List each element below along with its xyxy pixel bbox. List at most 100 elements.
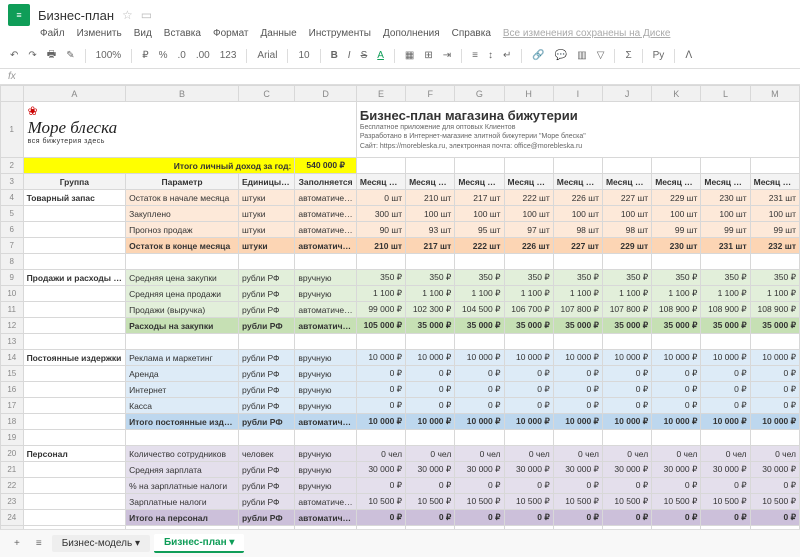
unit[interactable]: рубли РФ [238, 382, 294, 398]
param[interactable]: Средняя цена закупки [126, 270, 239, 286]
fill[interactable]: автоматически [295, 414, 357, 430]
value[interactable]: 30 000 ₽ [701, 462, 750, 478]
fill[interactable]: автоматически [295, 318, 357, 334]
param[interactable]: Прогноз продаж [126, 222, 239, 238]
row-header[interactable]: 17 [1, 398, 24, 414]
value[interactable]: 0 чел [504, 446, 553, 462]
value[interactable]: 0 ₽ [504, 366, 553, 382]
value[interactable]: 35 000 ₽ [504, 318, 553, 334]
unit[interactable]: рубли РФ [238, 414, 294, 430]
value[interactable]: 0 ₽ [455, 382, 504, 398]
text-color-icon[interactable]: A [375, 49, 386, 62]
value[interactable]: 350 ₽ [406, 270, 455, 286]
param[interactable]: Итого постоянные издержки [126, 414, 239, 430]
value[interactable]: 1 100 ₽ [455, 286, 504, 302]
row-header[interactable]: 14 [1, 350, 24, 366]
fill[interactable]: вручную [295, 366, 357, 382]
percent-icon[interactable]: % [157, 49, 170, 62]
value[interactable]: 0 шт [356, 190, 405, 206]
unit[interactable]: рубли РФ [238, 350, 294, 366]
cyrillic-icon[interactable]: Ру [651, 49, 667, 62]
menu-data[interactable]: Данные [261, 28, 297, 39]
plan-header[interactable]: Бизнес-план магазина бижутерии Бесплатно… [356, 102, 799, 158]
value[interactable]: 0 ₽ [553, 366, 602, 382]
value[interactable]: 93 шт [406, 222, 455, 238]
value[interactable]: 231 шт [701, 238, 750, 254]
value[interactable]: 0 ₽ [406, 382, 455, 398]
value[interactable]: 0 ₽ [504, 382, 553, 398]
value[interactable]: 300 шт [356, 206, 405, 222]
value[interactable]: 97 шт [504, 222, 553, 238]
all-sheets-icon[interactable]: ≡ [30, 536, 48, 551]
value[interactable]: 0 ₽ [750, 510, 799, 526]
value[interactable]: 229 шт [602, 238, 651, 254]
fill[interactable]: вручную [295, 478, 357, 494]
unit[interactable]: рубли РФ [238, 510, 294, 526]
value[interactable]: 0 ₽ [356, 478, 405, 494]
value[interactable]: 108 900 ₽ [652, 302, 701, 318]
value[interactable]: 10 000 ₽ [356, 350, 405, 366]
value[interactable]: 350 ₽ [750, 270, 799, 286]
unit[interactable]: штуки [238, 222, 294, 238]
row-header[interactable]: 16 [1, 382, 24, 398]
param[interactable]: Закуплено [126, 206, 239, 222]
param[interactable]: Остаток в начале месяца [126, 190, 239, 206]
value[interactable]: 10 500 ₽ [602, 494, 651, 510]
value[interactable]: 227 шт [602, 190, 651, 206]
menu-edit[interactable]: Изменить [77, 28, 122, 39]
value[interactable]: 222 шт [455, 238, 504, 254]
value[interactable]: 30 000 ₽ [504, 462, 553, 478]
param[interactable]: Остаток в конце месяца [126, 238, 239, 254]
value[interactable]: 100 шт [455, 206, 504, 222]
fill-color-icon[interactable]: ▦ [403, 49, 416, 62]
row-header[interactable]: 9 [1, 270, 24, 286]
row-header[interactable]: 18 [1, 414, 24, 430]
value[interactable]: 350 ₽ [504, 270, 553, 286]
col-month-4[interactable]: Месяц №4 [504, 174, 553, 190]
value[interactable]: 0 ₽ [455, 478, 504, 494]
bold-icon[interactable]: B [329, 49, 340, 62]
param[interactable]: Продажи (выручка) [126, 302, 239, 318]
value[interactable]: 0 ₽ [750, 382, 799, 398]
unit[interactable]: рубли РФ [238, 318, 294, 334]
paint-icon[interactable]: ✎ [64, 49, 76, 62]
value[interactable]: 0 чел [553, 446, 602, 462]
value[interactable]: 0 ₽ [701, 366, 750, 382]
value[interactable]: 10 500 ₽ [504, 494, 553, 510]
value[interactable]: 100 шт [652, 206, 701, 222]
value[interactable]: 35 000 ₽ [750, 318, 799, 334]
value[interactable]: 99 000 ₽ [356, 302, 405, 318]
value[interactable]: 0 ₽ [406, 478, 455, 494]
value[interactable]: 232 шт [750, 238, 799, 254]
value[interactable]: 350 ₽ [455, 270, 504, 286]
value[interactable]: 0 ₽ [406, 510, 455, 526]
row-header[interactable]: 21 [1, 462, 24, 478]
value[interactable]: 1 100 ₽ [602, 286, 651, 302]
row-header[interactable]: 5 [1, 206, 24, 222]
menu-format[interactable]: Формат [213, 28, 249, 39]
menu-view[interactable]: Вид [134, 28, 152, 39]
add-sheet-icon[interactable]: + [8, 536, 26, 551]
value[interactable]: 10 000 ₽ [356, 414, 405, 430]
value[interactable]: 10 000 ₽ [750, 414, 799, 430]
unit[interactable]: рубли РФ [238, 494, 294, 510]
link-icon[interactable]: 🔗 [530, 49, 546, 62]
value[interactable]: 222 шт [504, 190, 553, 206]
value[interactable]: 0 чел [750, 446, 799, 462]
value[interactable]: 100 шт [504, 206, 553, 222]
value[interactable]: 0 ₽ [356, 398, 405, 414]
value[interactable]: 100 шт [553, 206, 602, 222]
value[interactable]: 10 000 ₽ [553, 350, 602, 366]
menu-file[interactable]: Файл [40, 28, 65, 39]
value[interactable]: 0 ₽ [553, 382, 602, 398]
functions-icon[interactable]: Σ [623, 49, 633, 62]
fill[interactable]: вручную [295, 382, 357, 398]
param[interactable]: Расходы на закупки [126, 318, 239, 334]
param[interactable]: Аренда [126, 366, 239, 382]
menu-addons[interactable]: Дополнения [383, 28, 440, 39]
value[interactable]: 99 шт [652, 222, 701, 238]
zoom[interactable]: 100% [94, 49, 124, 62]
value[interactable]: 230 шт [701, 190, 750, 206]
value[interactable]: 0 ₽ [701, 382, 750, 398]
doc-title[interactable]: Бизнес-план [38, 8, 114, 23]
